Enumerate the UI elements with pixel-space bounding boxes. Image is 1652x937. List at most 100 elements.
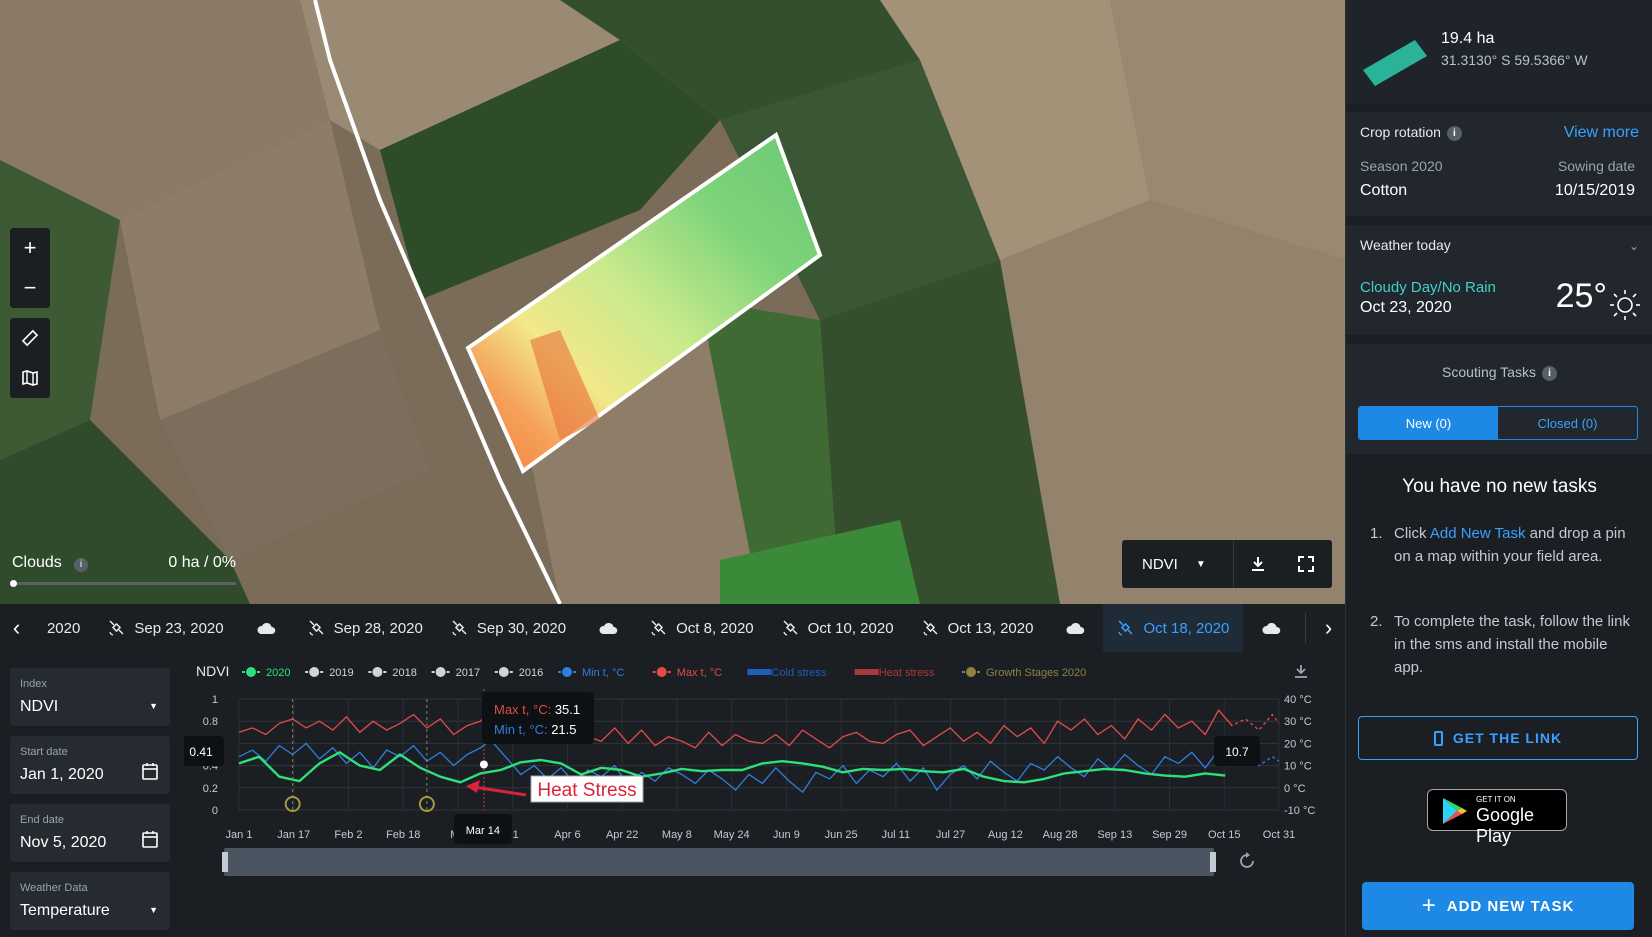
chevron-left-icon[interactable]: ‹ <box>0 604 33 652</box>
x-tick-label: Sep 13 <box>1097 829 1132 841</box>
add-new-task-button[interactable]: + ADD NEW TASK <box>1362 882 1634 930</box>
weather-panel[interactable]: Weather today ⌄ Cloudy Day/No Rain Oct 2… <box>1346 225 1652 335</box>
x-tick-label: Jun 25 <box>825 829 858 841</box>
chart-annotations: 0.41 10.7 Max t, °C: 35.1 Min t, °C: 21.5 Ma… <box>184 689 1260 844</box>
download-icon[interactable] <box>1234 540 1282 588</box>
legend-swatch-dot <box>562 667 572 677</box>
legend-label: 2016 <box>519 667 543 679</box>
crop-rotation-title: Crop rotation i <box>1360 124 1462 141</box>
imagery-date-item[interactable]: Sep 23, 2020 <box>94 604 237 652</box>
calendar-icon[interactable] <box>142 830 158 848</box>
sowing-date-value: 10/15/2019 <box>1554 182 1635 199</box>
legend-item: Heat stress <box>854 667 935 679</box>
x-tick-label: Feb 18 <box>386 829 420 841</box>
view-more-link[interactable]: View more <box>1564 124 1639 142</box>
legend-swatch-dot <box>309 667 320 677</box>
scouting-tabs: New (0) Closed (0) <box>1358 406 1638 440</box>
ruler-icon[interactable] <box>10 318 50 358</box>
zoom-in-button[interactable]: + <box>10 228 50 268</box>
zoom-out-button[interactable]: − <box>10 268 50 308</box>
cloudy-date-icon[interactable] <box>238 604 294 652</box>
chevron-down-icon[interactable]: ⌄ <box>1629 239 1639 253</box>
satellite-icon <box>783 620 798 636</box>
layer-select[interactable]: NDVI ▼ <box>1122 540 1234 588</box>
imagery-date-strip: ‹ 2020 Sep 23, 2020 Sep 28, 2020 Sep 30, 20… <box>0 604 1345 652</box>
map-layers-icon[interactable] <box>10 358 50 398</box>
add-new-task-label: ADD NEW TASK <box>1446 897 1575 915</box>
tab-closed[interactable]: Closed (0) <box>1498 407 1637 439</box>
chevron-right-icon[interactable]: › <box>1312 604 1345 652</box>
scouting-tasks-panel: Scouting Tasks i New (0) Closed (0) <box>1346 344 1652 454</box>
start-date-field[interactable]: Start date Jan 1, 2020 <box>10 736 170 794</box>
y-tick-label: 0.8 <box>203 716 218 728</box>
imagery-date-item[interactable]: Oct 8, 2020 <box>636 604 768 652</box>
imagery-date-item[interactable]: 2020 <box>33 604 94 652</box>
sun-icon <box>1610 290 1640 320</box>
legend-swatch-dot <box>498 667 509 677</box>
start-date-label: Start date <box>20 746 68 758</box>
cursor-date-label: Mar 14 <box>466 825 500 837</box>
reset-icon <box>1240 852 1254 868</box>
y-tick-label: 0 °C <box>1284 783 1306 795</box>
info-icon[interactable]: i <box>1446 125 1462 141</box>
chart-series <box>238 708 1280 794</box>
date-list: 2020 Sep 23, 2020 Sep 28, 2020 Sep 30, 2020… <box>33 604 1299 652</box>
tooltip-max: Max t, °C: 35.1 <box>494 702 580 717</box>
imagery-date-label: Sep 30, 2020 <box>476 619 567 637</box>
legend-swatch-dot <box>246 667 256 677</box>
imagery-date-item[interactable]: Sep 28, 2020 <box>294 604 437 652</box>
cloudy-date-icon[interactable] <box>1243 604 1299 652</box>
satellite-icon <box>922 620 938 636</box>
fullscreen-icon[interactable] <box>1282 540 1330 588</box>
sowing-date-label: Sowing date <box>1557 158 1635 174</box>
x-tick-label: Apr 6 <box>554 829 580 841</box>
calendar-icon[interactable] <box>142 762 158 780</box>
imagery-date-item[interactable]: Oct 18, 2020 <box>1103 604 1244 652</box>
weather-title: Weather today <box>1360 237 1451 253</box>
legend-swatch-dot <box>435 667 446 677</box>
cloudy-date-icon[interactable] <box>1047 604 1103 652</box>
range-handle-right <box>1210 852 1216 872</box>
x-tick-label: Oct 31 <box>1263 829 1295 841</box>
legend-swatch-bar <box>854 669 879 675</box>
step-number: 2. <box>1370 613 1383 630</box>
annotation-arrow-head <box>466 780 480 793</box>
imagery-date-item[interactable]: Oct 13, 2020 <box>908 604 1048 652</box>
imagery-date-label: Sep 23, 2020 <box>134 619 224 637</box>
chart-range-slider[interactable] <box>222 848 1254 876</box>
info-icon[interactable]: i <box>1541 365 1557 381</box>
legend-swatch-bar <box>747 669 772 675</box>
clouds-slider[interactable] <box>10 580 236 587</box>
index-select[interactable]: Index NDVI ▼ <box>10 668 170 726</box>
caret-down-icon: ▼ <box>149 905 158 915</box>
ndvi-chart[interactable]: NDVI 2020 2019 2018 2017 2016 Min t, °C Max t,… <box>184 652 1345 937</box>
cloudy-date-icon[interactable] <box>580 604 636 652</box>
end-date-field[interactable]: End date Nov 5, 2020 <box>10 804 170 862</box>
weather-data-value: Temperature <box>20 902 110 919</box>
weather-data-select[interactable]: Weather Data Temperature ▼ <box>10 872 170 930</box>
scouting-title-text: Scouting Tasks <box>1442 364 1536 380</box>
season-label: Season 2020 <box>1360 158 1443 174</box>
field-coordinates: 31.3130° S 59.5366° W <box>1441 52 1588 68</box>
tab-new[interactable]: New (0) <box>1359 407 1498 439</box>
clouds-slider-handle[interactable] <box>10 580 17 587</box>
google-play-badge[interactable]: GET IT ON Google Play <box>1427 789 1567 846</box>
info-icon[interactable]: i <box>74 558 88 572</box>
legend-label: Min t, °C <box>582 667 624 679</box>
left-readout: 0.41 <box>189 745 213 759</box>
caret-down-icon: ▼ <box>149 701 158 711</box>
chart-canvas[interactable]: NDVI 2020 2019 2018 2017 2016 Min t, °C Max t,… <box>184 652 1345 937</box>
get-the-link-button[interactable]: GET THE LINK <box>1358 716 1638 760</box>
y-tick-label: 0 <box>212 805 218 817</box>
satellite-map[interactable]: + − Clouds i 0 ha / 0% NDVI ▼ <box>0 0 1345 604</box>
chart-title: NDVI <box>196 663 229 679</box>
imagery-date-label: Oct 13, 2020 <box>947 619 1034 637</box>
map-imagery <box>0 0 1345 604</box>
add-new-task-link[interactable]: Add New Task <box>1430 525 1526 542</box>
download-icon[interactable] <box>1295 665 1307 678</box>
annotation-heat-stress: Heat Stress <box>537 780 636 801</box>
satellite-icon <box>109 620 124 636</box>
chart-legend: 2020 2019 2018 2017 2016 Min t, °C Max t, °C Co… <box>242 667 1086 679</box>
imagery-date-item[interactable]: Sep 30, 2020 <box>437 604 580 652</box>
imagery-date-item[interactable]: Oct 10, 2020 <box>768 604 908 652</box>
